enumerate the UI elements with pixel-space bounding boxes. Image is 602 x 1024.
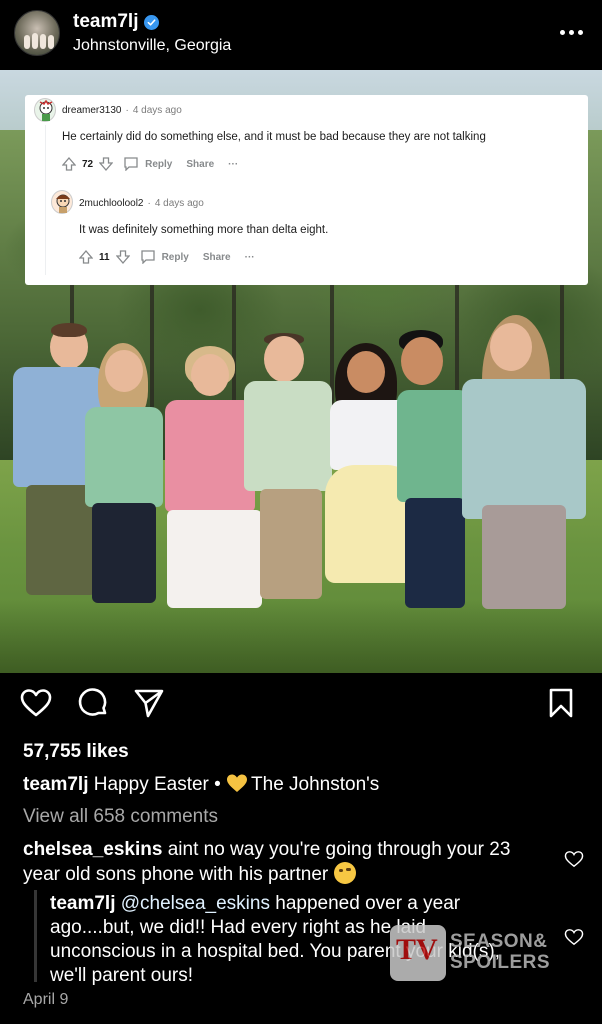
reddit-username: 2muchloolool2 xyxy=(79,198,144,209)
watermark-text: SEASON& SPOILERS xyxy=(450,931,551,973)
reply-bubble-icon xyxy=(124,157,138,171)
post-action-bar xyxy=(0,685,602,729)
username[interactable]: team7lj xyxy=(73,11,138,33)
caption-suffix: The Johnston's xyxy=(251,774,380,795)
downvote-icon xyxy=(115,250,130,264)
reddit-comment-actions: 11 Reply Share ··· xyxy=(79,250,255,264)
comment-like-heart-icon[interactable] xyxy=(564,850,586,870)
caption-username[interactable]: team7lj xyxy=(23,774,88,795)
reddit-more-label: ··· xyxy=(228,158,239,170)
comment-icon[interactable] xyxy=(75,685,111,721)
reddit-screenshot-overlay: dreamer3130 · 4 days ago He certainly di… xyxy=(25,95,588,285)
comment-username[interactable]: chelsea_eskins xyxy=(23,839,162,860)
bookmark-icon[interactable] xyxy=(543,685,579,721)
reddit-avatar-icon xyxy=(34,98,56,122)
post-date: April 9 xyxy=(23,991,69,1008)
reddit-reply-label: Reply xyxy=(161,251,189,263)
upvote-icon xyxy=(79,250,93,264)
reddit-username: dreamer3130 xyxy=(62,105,122,116)
raised-eyebrow-emoji-icon xyxy=(333,862,356,884)
profile-avatar[interactable] xyxy=(14,10,60,56)
post-header: team7lj Johnstonville, Georgia xyxy=(0,0,602,70)
comment: chelsea_eskins aint no way you're going … xyxy=(23,838,543,887)
reddit-comment-body: He certainly did do something else, and … xyxy=(62,131,486,143)
reddit-share-label: Share xyxy=(186,158,215,170)
username-row: team7lj xyxy=(73,11,160,33)
likes-count[interactable]: 57,755 likes xyxy=(23,741,129,763)
reddit-timestamp: 4 days ago xyxy=(132,105,182,116)
reddit-reply-label: Reply xyxy=(145,158,173,170)
reply-mention-link[interactable]: @chelsea_eskins xyxy=(121,893,270,914)
reddit-comment-body: It was definitely something more than de… xyxy=(79,224,329,236)
watermark-logo: TV xyxy=(396,933,438,966)
location-label[interactable]: Johnstonville, Georgia xyxy=(73,37,231,55)
post-photo[interactable]: dreamer3130 · 4 days ago He certainly di… xyxy=(0,70,602,673)
view-all-comments-link[interactable]: View all 658 comments xyxy=(23,806,218,828)
reply-thread-line xyxy=(34,890,37,982)
verified-badge-icon xyxy=(144,14,160,30)
send-icon[interactable] xyxy=(131,685,167,721)
yellow-heart-icon xyxy=(226,773,248,792)
upvote-icon xyxy=(62,157,76,171)
reply-like-heart-icon[interactable] xyxy=(564,928,586,948)
reddit-score: 72 xyxy=(82,158,94,170)
post-caption: team7lj Happy Easter • The Johnston's xyxy=(23,773,583,796)
heart-icon[interactable] xyxy=(18,685,54,721)
reddit-comment-actions: 72 Reply Share ··· xyxy=(62,157,238,171)
reddit-score: 11 xyxy=(99,251,110,263)
downvote-icon xyxy=(99,157,114,171)
reddit-avatar-icon xyxy=(51,190,73,214)
reddit-more-label: ··· xyxy=(244,251,255,263)
caption-text: Happy Easter • xyxy=(93,774,221,795)
season-spoilers-watermark: TV SEASON& SPOILERS xyxy=(390,925,565,981)
person-7 xyxy=(460,315,588,620)
reddit-share-label: Share xyxy=(202,251,231,263)
reply-username[interactable]: team7lj xyxy=(50,893,115,914)
more-options-icon[interactable] xyxy=(558,24,584,40)
person-4 xyxy=(240,333,335,605)
reply-bubble-icon xyxy=(140,250,155,264)
reddit-timestamp: 4 days ago xyxy=(154,198,204,209)
